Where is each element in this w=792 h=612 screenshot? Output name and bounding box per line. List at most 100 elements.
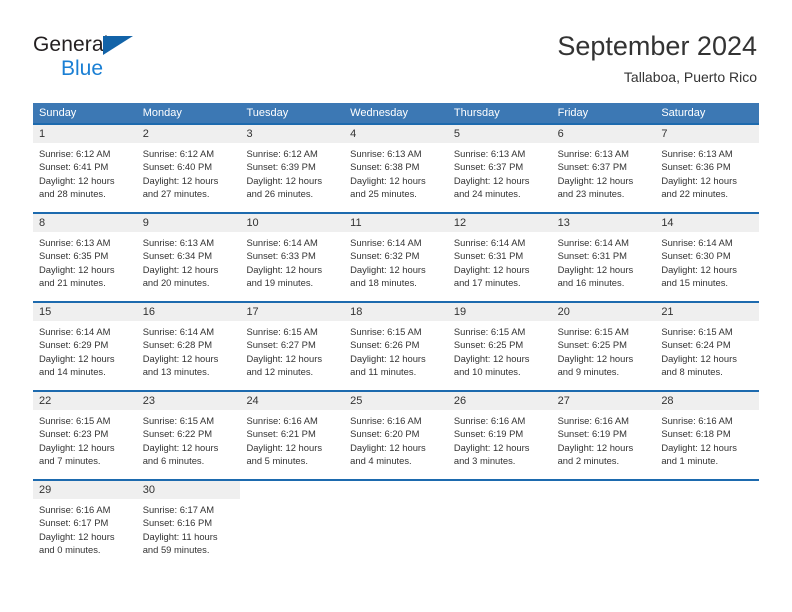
sunset-text: Sunset: 6:22 PM <box>142 428 213 440</box>
weekday-header-thursday: Thursday <box>453 107 500 119</box>
day-details: Sunrise: 6:15 AM Sunset: 6:22 PM Daylight:… <box>137 410 241 467</box>
daylight-text-line1: Daylight: 12 hours <box>350 174 426 186</box>
day-cell[interactable]: 2 Sunrise: 6:12 AM Sunset: 6:40 PM Daylight… <box>136 125 241 212</box>
day-number: 24 <box>246 395 259 407</box>
daylight-text-line1: Daylight: 12 hours <box>557 263 634 275</box>
week-row: 1 Sunrise: 6:12 AM Sunset: 6:41 PM Daylight… <box>33 123 760 212</box>
daylight-text-line2: and 13 minutes. <box>142 365 210 377</box>
day-details: Sunrise: 6:15 AM Sunset: 6:27 PM Daylight:… <box>240 321 344 378</box>
daylight-text-line2: and 21 minutes. <box>39 276 106 288</box>
day-number: 18 <box>350 306 363 318</box>
daylight-text-line1: Daylight: 12 hours <box>39 352 115 364</box>
sunrise-text: Sunrise: 6:12 AM <box>246 148 318 159</box>
logo-triangle-icon <box>103 36 133 55</box>
daylight-text-line2: and 0 minutes. <box>39 543 101 555</box>
calendar-grid: Sunday Monday Tuesday Wednesday Thursday… <box>33 103 760 564</box>
daylight-text-line1: Daylight: 12 hours <box>661 263 737 275</box>
day-cell[interactable]: 25 Sunrise: 6:16 AM Sunset: 6:20 PM Dayligh… <box>344 392 448 479</box>
day-cell[interactable]: 17 Sunrise: 6:15 AM Sunset: 6:27 PM Dayligh… <box>240 303 345 390</box>
page-header: General Blue September 2024 Tallaboa, Pu… <box>0 0 792 98</box>
day-details: Sunrise: 6:13 AM Sunset: 6:34 PM Daylight:… <box>137 232 241 289</box>
day-cell[interactable]: 5 Sunrise: 6:13 AM Sunset: 6:37 PM Daylight… <box>447 125 552 212</box>
day-number-band: 29 <box>33 481 137 499</box>
day-cell[interactable]: 13 Sunrise: 6:14 AM Sunset: 6:31 PM Dayligh… <box>551 214 656 301</box>
daylight-text-line2: and 17 minutes. <box>453 276 521 288</box>
weekday-header-saturday: Saturday <box>661 107 706 119</box>
day-number: 28 <box>661 395 674 407</box>
day-cell[interactable]: 10 Sunrise: 6:14 AM Sunset: 6:33 PM Dayligh… <box>240 214 345 301</box>
sunset-text: Sunset: 6:33 PM <box>246 250 316 262</box>
day-cell[interactable]: 21 Sunrise: 6:15 AM Sunset: 6:24 PM Dayligh… <box>655 303 760 390</box>
daylight-text-line1: Daylight: 12 hours <box>453 352 530 364</box>
day-cell[interactable]: 8 Sunrise: 6:13 AM Sunset: 6:35 PM Daylight… <box>33 214 137 301</box>
daylight-text-line1: Daylight: 12 hours <box>246 174 323 186</box>
day-cell[interactable]: 16 Sunrise: 6:14 AM Sunset: 6:28 PM Dayligh… <box>136 303 241 390</box>
day-number-band: 3 <box>240 125 345 143</box>
day-cell[interactable]: 4 Sunrise: 6:13 AM Sunset: 6:38 PM Daylight… <box>344 125 448 212</box>
day-number-band: 21 <box>655 303 760 321</box>
day-number-band: 6 <box>551 125 656 143</box>
day-number: 10 <box>246 217 259 229</box>
sunset-text: Sunset: 6:39 PM <box>246 161 316 173</box>
sunset-text: Sunset: 6:21 PM <box>246 428 316 440</box>
sunrise-text: Sunrise: 6:14 AM <box>453 237 526 248</box>
day-number-band: 15 <box>33 303 137 321</box>
title-block: September 2024 Tallaboa, Puerto Rico <box>557 30 757 87</box>
sunset-text: Sunset: 6:27 PM <box>246 339 316 351</box>
day-cell[interactable]: 23 Sunrise: 6:15 AM Sunset: 6:22 PM Dayligh… <box>136 392 241 479</box>
day-cell[interactable]: 12 Sunrise: 6:14 AM Sunset: 6:31 PM Dayligh… <box>447 214 552 301</box>
sunset-text: Sunset: 6:24 PM <box>661 339 731 351</box>
daylight-text-line2: and 11 minutes. <box>350 365 417 377</box>
sunrise-text: Sunrise: 6:15 AM <box>661 326 733 337</box>
day-details: Sunrise: 6:14 AM Sunset: 6:30 PM Daylight:… <box>655 232 759 289</box>
day-cell[interactable]: 1 Sunrise: 6:12 AM Sunset: 6:41 PM Daylight… <box>33 125 137 212</box>
daylight-text-line2: and 2 minutes. <box>557 454 620 466</box>
sunrise-text: Sunrise: 6:16 AM <box>39 504 111 515</box>
sunset-text: Sunset: 6:25 PM <box>453 339 524 351</box>
weekday-header-monday: Monday <box>142 107 182 119</box>
daylight-text-line2: and 3 minutes. <box>453 454 516 466</box>
day-details: Sunrise: 6:14 AM Sunset: 6:29 PM Daylight:… <box>33 321 137 378</box>
day-number: 14 <box>661 217 674 229</box>
day-cell[interactable]: 14 Sunrise: 6:14 AM Sunset: 6:30 PM Dayligh… <box>655 214 760 301</box>
day-cell[interactable]: 28 Sunrise: 6:16 AM Sunset: 6:18 PM Dayligh… <box>655 392 760 479</box>
day-number-band: 30 <box>136 481 241 499</box>
day-details: Sunrise: 6:13 AM Sunset: 6:36 PM Daylight:… <box>655 143 759 200</box>
daylight-text-line2: and 26 minutes. <box>246 187 314 199</box>
day-cell[interactable]: 27 Sunrise: 6:16 AM Sunset: 6:19 PM Dayligh… <box>551 392 656 479</box>
day-cell[interactable]: 15 Sunrise: 6:14 AM Sunset: 6:29 PM Dayligh… <box>33 303 137 390</box>
day-cell[interactable]: 3 Sunrise: 6:12 AM Sunset: 6:39 PM Daylight… <box>240 125 345 212</box>
sunrise-text: Sunrise: 6:15 AM <box>39 415 111 426</box>
sunrise-text: Sunrise: 6:15 AM <box>453 326 526 337</box>
day-cell[interactable]: 19 Sunrise: 6:15 AM Sunset: 6:25 PM Dayligh… <box>447 303 552 390</box>
day-cell[interactable]: 30 Sunrise: 6:17 AM Sunset: 6:16 PM Dayligh… <box>136 481 241 564</box>
day-cell[interactable]: 26 Sunrise: 6:16 AM Sunset: 6:19 PM Dayligh… <box>447 392 552 479</box>
day-cell[interactable]: 22 Sunrise: 6:15 AM Sunset: 6:23 PM Dayligh… <box>33 392 137 479</box>
day-cell[interactable]: 20 Sunrise: 6:15 AM Sunset: 6:25 PM Dayligh… <box>551 303 656 390</box>
day-cell[interactable]: 6 Sunrise: 6:13 AM Sunset: 6:37 PM Daylight… <box>551 125 656 212</box>
sunset-text: Sunset: 6:16 PM <box>142 517 213 529</box>
day-cell[interactable]: 24 Sunrise: 6:16 AM Sunset: 6:21 PM Dayligh… <box>240 392 345 479</box>
sunset-text: Sunset: 6:41 PM <box>39 161 109 173</box>
daylight-text-line2: and 7 minutes. <box>39 454 101 466</box>
day-number: 19 <box>453 306 467 318</box>
daylight-text-line1: Daylight: 12 hours <box>246 352 323 364</box>
day-cell[interactable]: 7 Sunrise: 6:13 AM Sunset: 6:36 PM Daylight… <box>655 125 760 212</box>
day-number-band: 28 <box>655 392 760 410</box>
sunset-text: Sunset: 6:19 PM <box>453 428 524 440</box>
day-cell[interactable]: 18 Sunrise: 6:15 AM Sunset: 6:26 PM Dayligh… <box>344 303 448 390</box>
day-details: Sunrise: 6:13 AM Sunset: 6:37 PM Daylight:… <box>552 143 656 200</box>
general-blue-logo[interactable]: General Blue <box>33 34 233 84</box>
sunrise-text: Sunrise: 6:14 AM <box>142 326 215 337</box>
day-cell[interactable]: 29 Sunrise: 6:16 AM Sunset: 6:17 PM Dayligh… <box>33 481 137 564</box>
day-cell[interactable]: 11 Sunrise: 6:14 AM Sunset: 6:32 PM Dayligh… <box>344 214 448 301</box>
sunset-text: Sunset: 6:25 PM <box>557 339 627 351</box>
daylight-text-line1: Daylight: 12 hours <box>142 352 219 364</box>
daylight-text-line1: Daylight: 12 hours <box>350 263 426 275</box>
day-number-band: 14 <box>655 214 760 232</box>
daylight-text-line1: Daylight: 12 hours <box>142 263 219 275</box>
day-cell[interactable]: 9 Sunrise: 6:13 AM Sunset: 6:34 PM Daylight… <box>136 214 241 301</box>
day-cell-empty <box>447 481 552 564</box>
daylight-text-line1: Daylight: 12 hours <box>142 174 219 186</box>
daylight-text-line2: and 1 minute. <box>661 454 719 466</box>
